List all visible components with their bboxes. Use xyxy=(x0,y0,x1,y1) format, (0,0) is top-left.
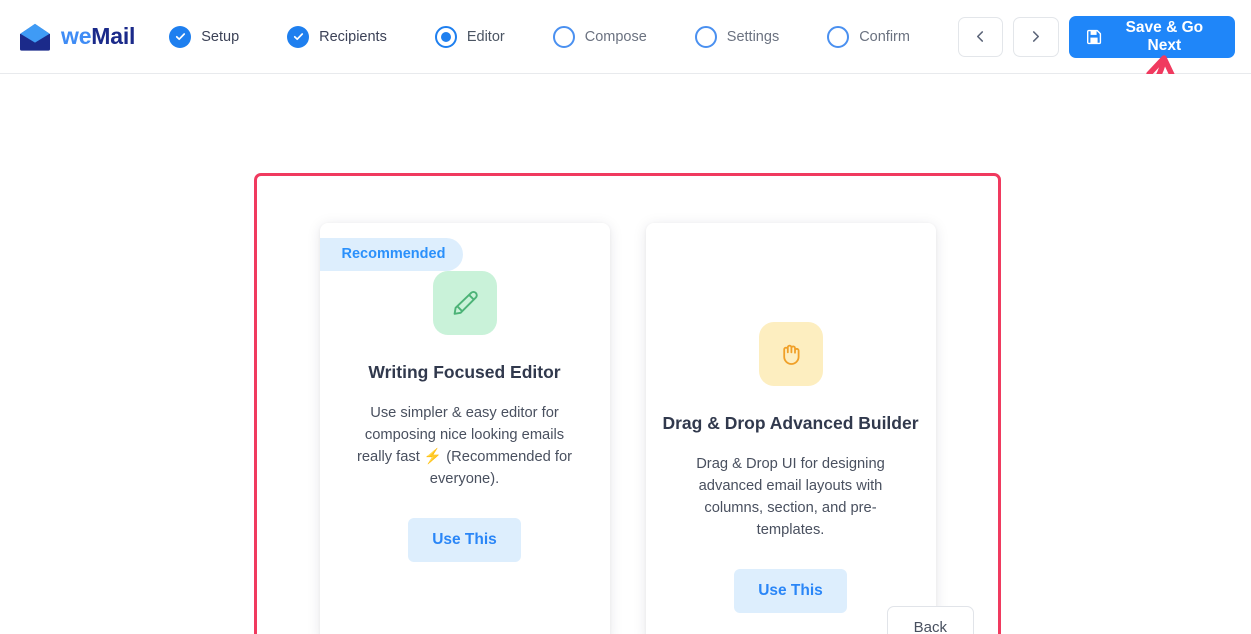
chevron-left-icon xyxy=(974,30,987,43)
editor-option-card-drag-drop[interactable]: Drag & Drop Advanced Builder Drag & Drop… xyxy=(645,223,936,634)
app-header: weMail Setup Recipients Editor Compose S… xyxy=(0,0,1251,109)
back-button[interactable]: Back xyxy=(886,606,974,634)
card-description: Use simpler & easy editor for composing … xyxy=(356,405,572,487)
step-label: Setup xyxy=(201,28,240,45)
brand-name: weMail xyxy=(61,25,135,48)
radio-empty-icon xyxy=(694,25,717,48)
progress-stepper: Setup Recipients Editor Compose Settings… xyxy=(169,25,958,48)
pencil-icon-tile xyxy=(432,271,497,335)
recommended-badge: Recommended xyxy=(319,238,464,271)
step-compose[interactable]: Compose xyxy=(552,25,647,48)
step-label: Compose xyxy=(584,28,647,45)
card-description: Drag & Drop UI for designing advanced em… xyxy=(696,456,885,538)
previous-step-button[interactable] xyxy=(957,16,1004,57)
radio-empty-icon xyxy=(552,25,575,48)
envelope-icon xyxy=(18,23,52,51)
step-recipients[interactable]: Recipients xyxy=(287,25,387,48)
radio-empty-icon xyxy=(827,25,850,48)
step-setup[interactable]: Setup xyxy=(169,25,240,48)
card-spacer xyxy=(646,223,936,322)
brand-name-part2: Mail xyxy=(91,23,136,49)
chevron-right-icon xyxy=(1029,30,1042,43)
editor-selection-panel: Recommended Writing Focused Editor Use s… xyxy=(254,173,1001,634)
check-icon xyxy=(169,25,192,48)
step-label: Settings xyxy=(726,28,780,45)
brand-name-part1: we xyxy=(61,23,92,49)
step-label: Confirm xyxy=(859,28,910,45)
panel-footer: Back xyxy=(886,606,974,634)
step-label: Editor xyxy=(466,28,505,45)
hand-drag-icon-tile xyxy=(758,322,823,386)
use-this-button-drag-drop[interactable]: Use This xyxy=(734,569,847,613)
step-settings[interactable]: Settings xyxy=(694,25,780,48)
check-icon xyxy=(287,25,310,48)
header-actions: Save & Go Next xyxy=(957,15,1235,58)
step-confirm[interactable]: Confirm xyxy=(827,25,910,48)
step-editor[interactable]: Editor xyxy=(434,25,505,48)
page-body: Recommended Writing Focused Editor Use s… xyxy=(0,74,1251,634)
use-this-button-writing-focused[interactable]: Use This xyxy=(408,518,521,562)
hand-drag-icon xyxy=(776,339,806,369)
editor-option-card-writing-focused[interactable]: Recommended Writing Focused Editor Use s… xyxy=(319,223,610,634)
brand-logo[interactable]: weMail xyxy=(18,23,135,51)
step-label: Recipients xyxy=(319,28,387,45)
card-title: Writing Focused Editor xyxy=(368,362,561,382)
editor-options-list: Recommended Writing Focused Editor Use s… xyxy=(257,176,998,634)
save-and-go-next-button[interactable]: Save & Go Next xyxy=(1068,15,1235,58)
pencil-icon xyxy=(450,288,480,318)
radio-filled-icon xyxy=(434,25,457,48)
save-floppy-icon xyxy=(1086,29,1102,45)
save-button-label: Save & Go Next xyxy=(1125,18,1204,54)
card-title: Drag & Drop Advanced Builder xyxy=(662,413,919,433)
next-step-button[interactable] xyxy=(1013,16,1059,57)
